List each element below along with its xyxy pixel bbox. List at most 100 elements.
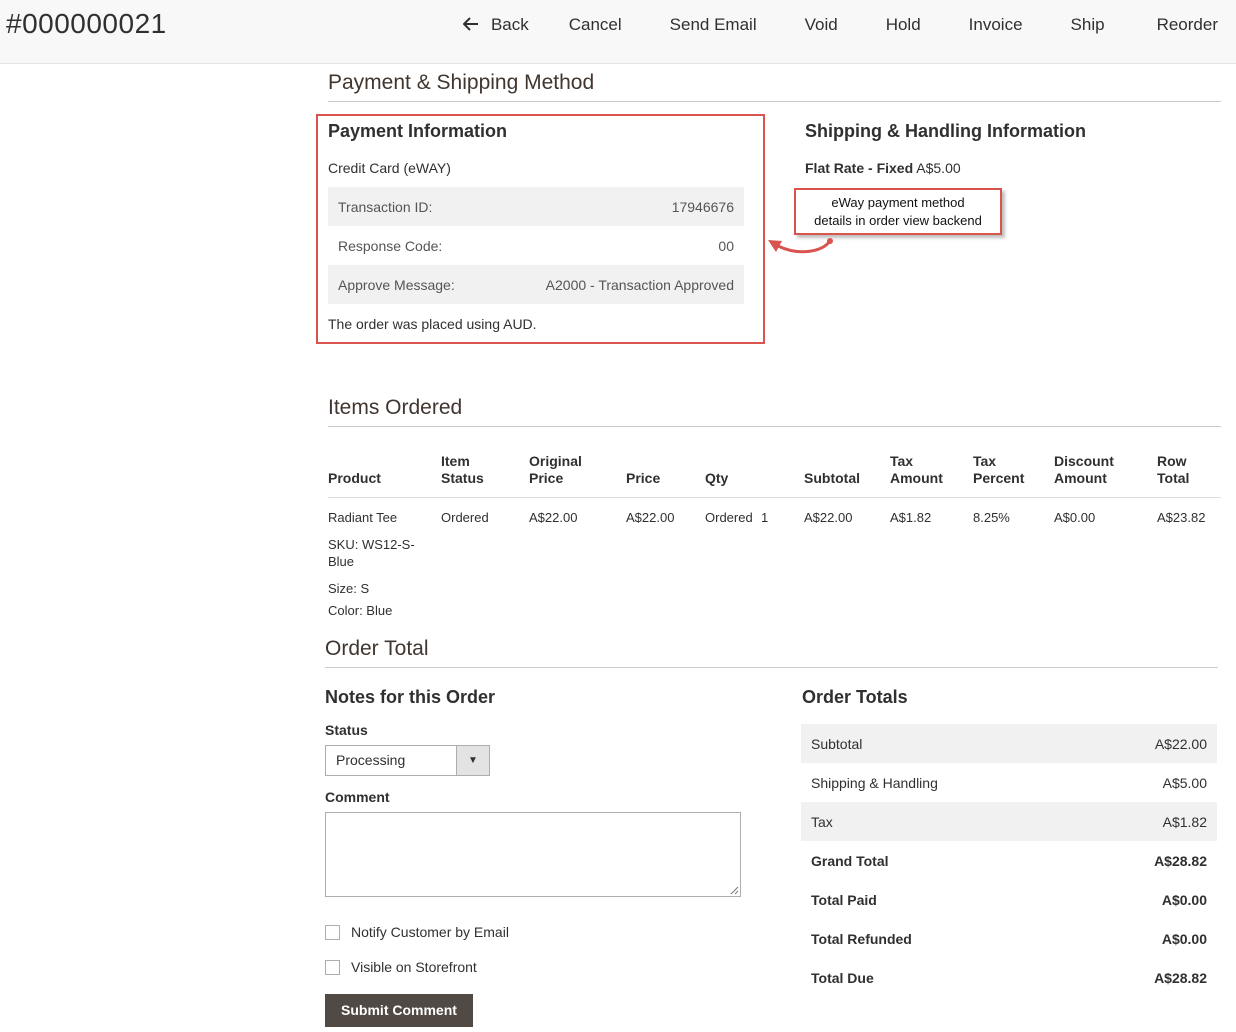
price: A$22.00 xyxy=(626,510,675,525)
invoice-button[interactable]: Invoice xyxy=(945,0,1047,50)
notify-customer-label: Notify Customer by Email xyxy=(351,924,509,940)
cancel-button[interactable]: Cancel xyxy=(545,0,646,50)
totals-row-label: Tax xyxy=(811,813,833,830)
totals-row-total-due: Total Due A$28.82 xyxy=(801,958,1217,997)
column-header-price: Price xyxy=(626,470,661,486)
payment-row-approve-message: Approve Message: A2000 - Transaction App… xyxy=(328,265,744,304)
column-header-tax-percent: Tax Percent xyxy=(973,453,1024,487)
totals-row-value: A$22.00 xyxy=(1154,735,1207,752)
reorder-button[interactable]: Reorder xyxy=(1129,0,1236,50)
payment-row-label: Transaction ID: xyxy=(338,198,433,215)
page-header: #000000021 Back Cancel Send Email Void H… xyxy=(0,0,1236,64)
payment-row-transaction-id: Transaction ID: 17946676 xyxy=(328,187,744,226)
notify-customer-checkbox[interactable] xyxy=(325,924,340,940)
column-header-product: Product xyxy=(328,470,381,486)
column-header-subtotal: Subtotal xyxy=(804,470,860,486)
order-total-title: Order Total xyxy=(325,637,429,660)
column-header-line: Amount xyxy=(1054,470,1107,486)
totals-row-label: Shipping & Handling xyxy=(811,774,938,791)
visible-storefront-checkbox[interactable] xyxy=(325,959,340,975)
totals-row-total-paid: Total Paid A$0.00 xyxy=(801,880,1217,919)
payment-details-table: Transaction ID: 17946676 Response Code: … xyxy=(328,187,744,304)
shipping-method: Flat Rate - Fixed A$5.00 xyxy=(805,160,961,176)
totals-row-tax: Tax A$1.82 xyxy=(801,802,1217,841)
payment-row-value: A2000 - Transaction Approved xyxy=(545,276,734,293)
annotation-line-1: eWay payment method xyxy=(831,195,965,210)
column-header-line: Tax xyxy=(973,453,997,469)
column-header-line: Item xyxy=(441,453,470,469)
column-header-tax-amount: Tax Amount xyxy=(890,453,943,487)
void-button[interactable]: Void xyxy=(781,0,862,50)
section-divider xyxy=(328,101,1221,102)
discount-amount: A$0.00 xyxy=(1054,510,1096,525)
totals-row-value: A$0.00 xyxy=(1161,891,1207,908)
totals-row-label: Total Paid xyxy=(811,891,877,908)
product-size: Size: S xyxy=(328,581,370,596)
shipping-handling-title: Shipping & Handling Information xyxy=(805,121,1086,141)
comment-textarea[interactable] xyxy=(325,812,741,897)
column-header-line: Discount xyxy=(1054,453,1114,469)
column-header-discount-amount: Discount Amount xyxy=(1054,453,1114,487)
subtotal: A$22.00 xyxy=(804,510,853,525)
status-select[interactable]: Processing ▼ xyxy=(325,745,490,776)
totals-row-total-refunded: Total Refunded A$0.00 xyxy=(801,919,1217,958)
row-total: A$23.82 xyxy=(1157,510,1206,525)
totals-row-label: Total Refunded xyxy=(811,930,912,947)
qty-ordered-value: 1 xyxy=(761,510,769,525)
resize-handle-icon[interactable] xyxy=(730,886,739,895)
totals-row-label: Total Due xyxy=(811,969,874,986)
column-header-qty: Qty xyxy=(705,470,729,486)
product-name: Radiant Tee xyxy=(328,510,398,525)
item-status: Ordered xyxy=(441,510,489,525)
payment-shipping-section-title: Payment & Shipping Method xyxy=(328,71,595,94)
currency-note: The order was placed using AUD. xyxy=(328,316,537,332)
send-email-button[interactable]: Send Email xyxy=(646,0,781,50)
page-actions: Back Cancel Send Email Void Hold Invoice… xyxy=(447,0,1236,50)
product-sku-line: SKU: WS12-S- xyxy=(328,537,415,552)
product-sku-line: Blue xyxy=(328,554,355,569)
dropdown-arrow-icon[interactable]: ▼ xyxy=(456,746,489,775)
totals-row-label: Subtotal xyxy=(811,735,863,752)
qty-ordered-label: Ordered xyxy=(705,510,753,525)
totals-row-value: A$28.82 xyxy=(1154,969,1207,986)
submit-comment-button[interactable]: Submit Comment xyxy=(325,994,473,1027)
column-header-line: Percent xyxy=(973,470,1025,486)
column-header-line: Row xyxy=(1157,453,1187,469)
column-header-line: Tax xyxy=(890,453,914,469)
order-totals-table: Subtotal A$22.00 Shipping & Handling A$5… xyxy=(801,724,1217,997)
notify-customer-option[interactable]: Notify Customer by Email xyxy=(325,924,509,940)
column-header-line: Total xyxy=(1157,470,1190,486)
back-button[interactable]: Back xyxy=(447,0,545,50)
column-header-line: Price xyxy=(529,470,564,486)
ship-button[interactable]: Ship xyxy=(1047,0,1129,50)
visible-storefront-option[interactable]: Visible on Storefront xyxy=(325,959,477,975)
payment-row-response-code: Response Code: 00 xyxy=(328,226,744,265)
shipping-method-price: A$5.00 xyxy=(916,160,961,176)
notes-title: Notes for this Order xyxy=(325,687,496,707)
visible-storefront-label: Visible on Storefront xyxy=(351,959,477,975)
payment-row-label: Approve Message: xyxy=(338,276,455,293)
annotation-line-2: details in order view backend xyxy=(814,213,982,228)
column-header-line: Status xyxy=(441,470,484,486)
totals-row-label: Grand Total xyxy=(811,852,889,869)
items-table-header: Product Item Status Original Price Price… xyxy=(328,452,1221,498)
comment-label: Comment xyxy=(325,789,390,805)
section-divider xyxy=(325,667,1218,668)
payment-row-value: 17946676 xyxy=(671,198,734,215)
column-header-item-status: Item Status xyxy=(441,453,484,487)
payment-row-label: Response Code: xyxy=(338,237,443,254)
section-divider xyxy=(328,426,1221,427)
status-select-value: Processing xyxy=(336,752,406,768)
original-price: A$22.00 xyxy=(529,510,578,525)
column-header-line: Amount xyxy=(890,470,943,486)
arrow-left-icon xyxy=(462,15,481,36)
hold-button[interactable]: Hold xyxy=(862,0,945,50)
payment-row-value: 00 xyxy=(718,237,734,254)
product-color: Color: Blue xyxy=(328,603,393,618)
payment-method-name: Credit Card (eWAY) xyxy=(328,160,451,176)
tax-percent: 8.25% xyxy=(973,510,1010,525)
column-header-row-total: Row Total xyxy=(1157,453,1189,487)
items-ordered-title: Items Ordered xyxy=(328,396,463,419)
payment-information-title: Payment Information xyxy=(328,121,508,141)
totals-row-value: A$28.82 xyxy=(1154,852,1207,869)
